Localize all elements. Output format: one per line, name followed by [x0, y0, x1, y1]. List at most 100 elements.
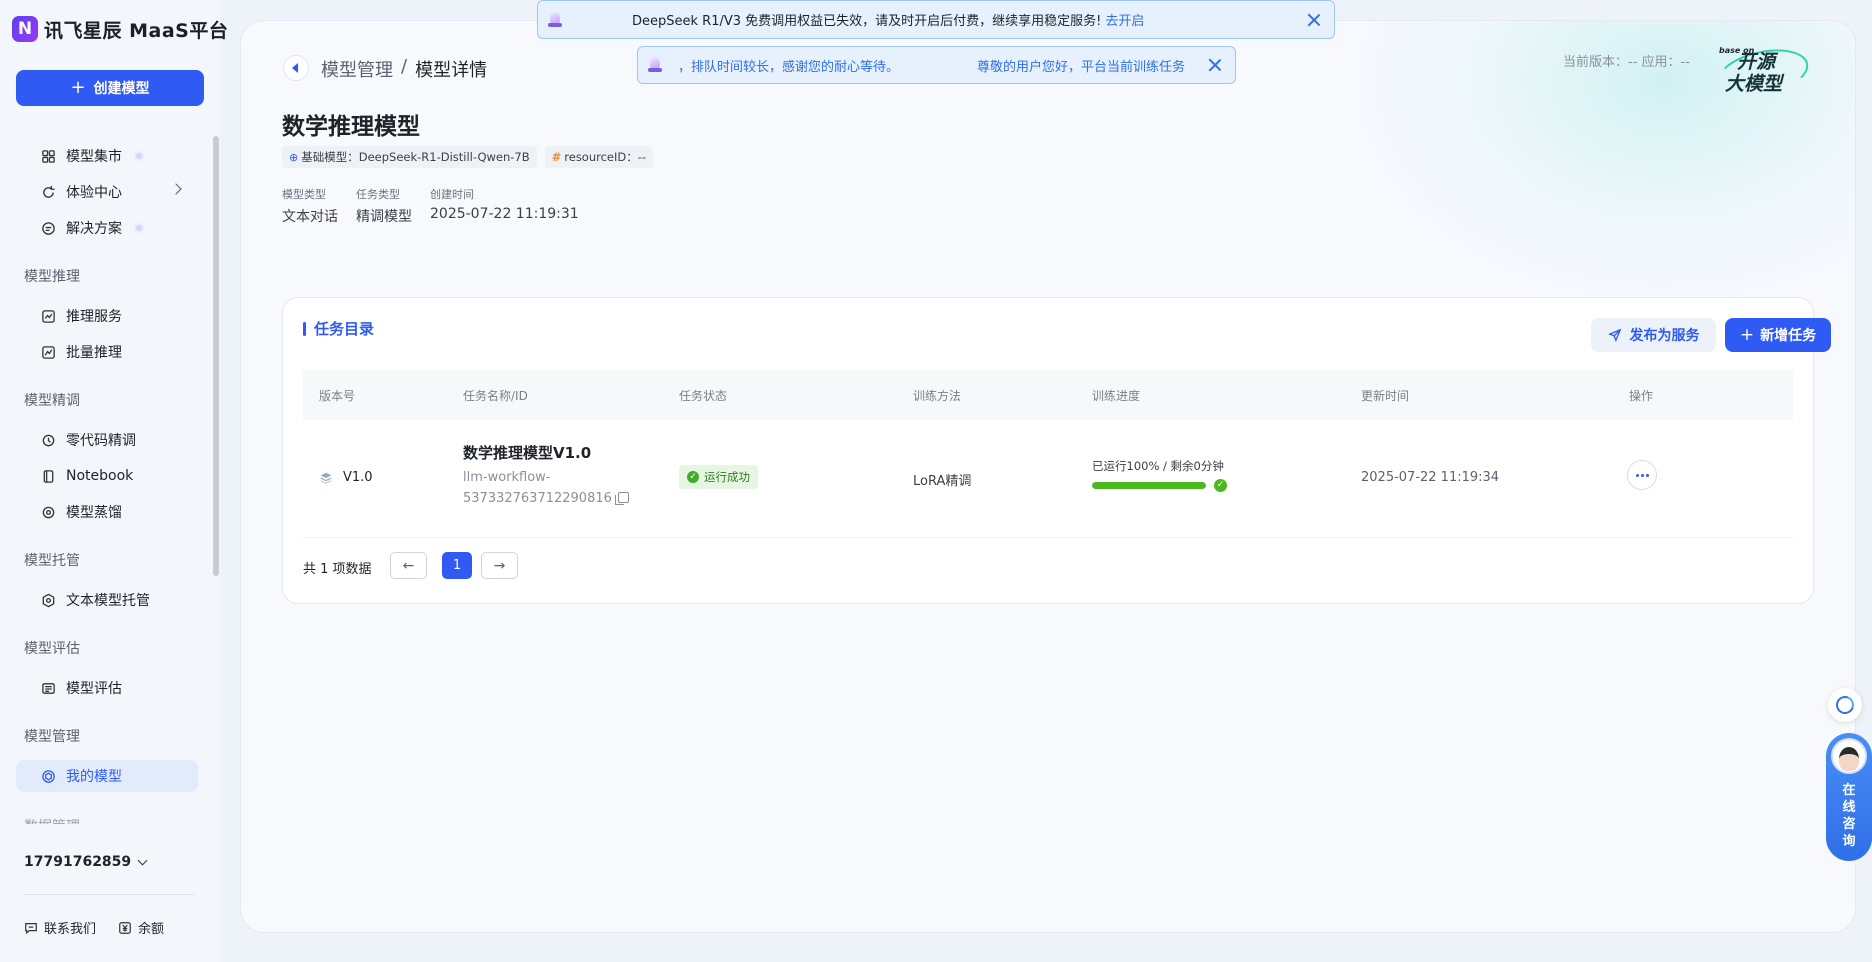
sidebar-item-experience-center[interactable]: 体验中心	[16, 176, 198, 208]
page-title: 数学推理模型	[282, 114, 420, 140]
sidebar-item-label: 模型集市	[66, 149, 122, 165]
meta-model-type: 模型类型 文本对话	[282, 186, 338, 226]
breadcrumb-model-management[interactable]: 模型管理	[321, 56, 393, 82]
sidebar-item-model-evaluation[interactable]: 模型评估	[16, 672, 198, 704]
create-model-label: 创建模型	[93, 81, 150, 97]
sidebar-item-label: 模型评估	[66, 681, 122, 697]
hash-icon: #	[551, 150, 562, 164]
sidebar-item-label: 文本模型托管	[66, 593, 150, 609]
online-consult-button[interactable]: 在线咨询	[1826, 733, 1872, 861]
layers-icon	[320, 472, 332, 484]
sidebar-footer: 联系我们 余额	[24, 918, 164, 937]
enable-link[interactable]: 去开启	[1105, 14, 1144, 29]
sidebar-item-batch-inference[interactable]: 批量推理	[16, 336, 198, 368]
more-actions-button[interactable]	[1627, 460, 1657, 490]
meta-value: 2025-07-22 11:19:31	[430, 206, 579, 222]
notice-text: DeepSeek R1/V3 免费调用权益已失效，请及时开启后付费，继续享用稳定…	[632, 14, 1102, 29]
avatar	[1831, 738, 1867, 774]
plus-icon: +	[70, 77, 86, 98]
notice-message: DeepSeek R1/V3 免费调用权益已失效，请及时开启后付费，继续享用稳定…	[632, 10, 1144, 29]
refresh-icon	[40, 184, 56, 200]
more-dot	[1645, 473, 1649, 477]
sidebar-item-zero-code-finetune[interactable]: 零代码精调	[16, 424, 198, 456]
zero-code-icon	[40, 432, 56, 448]
progress-cell: 已运行100% / 剩余0分钟 ✓	[1092, 458, 1227, 492]
create-model-button[interactable]: + 创建模型	[16, 70, 204, 106]
sidebar-item-solutions[interactable]: 解决方案	[16, 212, 198, 244]
total-count: 共 1 项数据	[303, 562, 372, 577]
more-dot	[1635, 473, 1639, 477]
task-name[interactable]: 数学推理模型V1.0	[463, 442, 629, 463]
solution-icon	[40, 220, 56, 236]
brand-logo[interactable]: N 讯飞星辰 MaaS平台	[12, 14, 228, 44]
add-task-button[interactable]: + 新增任务	[1725, 318, 1831, 352]
version-cell: V1.0	[319, 470, 373, 485]
next-page-button[interactable]: →	[481, 552, 518, 579]
sidebar-item-label: 解决方案	[66, 221, 122, 237]
sidebar-item-label: Notebook	[66, 468, 134, 484]
chevron-down-icon	[137, 855, 148, 865]
free-quota-notice: DeepSeek R1/V3 免费调用权益已失效，请及时开启后付费，继续享用稳定…	[537, 0, 1335, 39]
col-updated: 更新时间	[1361, 389, 1410, 403]
panel-title: 任务目录	[303, 318, 374, 339]
status-badge: ✓ 运行成功	[679, 465, 758, 489]
sidebar-item-text-model-hosting[interactable]: 文本模型托管	[16, 584, 198, 616]
title-accent-bar	[303, 321, 306, 336]
page-1-button[interactable]: 1	[442, 552, 472, 579]
breadcrumb-current: 模型详情	[415, 60, 488, 81]
sidebar-item-label: 体验中心	[66, 185, 122, 201]
ai-assistant-button[interactable]	[1828, 688, 1862, 722]
queue-text-b: 尊敬的用户您好，平台当前训练任务	[977, 59, 1186, 75]
contact-us-link[interactable]: 联系我们	[24, 918, 96, 937]
chart-icon	[40, 308, 56, 324]
copy-icon[interactable]	[614, 492, 629, 505]
base-model-text: 基础模型：DeepSeek-R1-Distill-Qwen-7B	[301, 150, 530, 164]
base-model-tag: ⊕ 基础模型：DeepSeek-R1-Distill-Qwen-7B	[282, 146, 537, 168]
balance-link[interactable]: 余额	[118, 918, 164, 937]
account-switcher[interactable]: 17791762859	[24, 854, 148, 870]
evaluation-icon	[40, 680, 56, 696]
batch-chart-icon	[40, 344, 56, 360]
check-circle-icon: ✓	[1214, 479, 1227, 492]
breadcrumb-separator: /	[401, 56, 408, 77]
col-method: 训练方法	[913, 389, 962, 403]
sidebar-item-inference-service[interactable]: 推理服务	[16, 300, 198, 332]
col-progress: 训练进度	[1092, 389, 1141, 403]
sidebar: N 讯飞星辰 MaaS平台 + 创建模型 模型集市 体验中心 解决方案 模型推理…	[0, 0, 228, 962]
add-task-label: 新增任务	[1760, 328, 1817, 344]
publish-service-button[interactable]: 发布为服务	[1591, 318, 1716, 352]
sidebar-group-data-management: 数据管理	[24, 816, 80, 824]
task-id-line2: 537332763712290816	[463, 488, 629, 509]
table-header: 版本号 任务名称/ID 任务状态 训练方法 训练进度 更新时间 操作	[303, 370, 1793, 420]
close-icon[interactable]	[1208, 58, 1222, 72]
sidebar-scrollbar[interactable]	[213, 136, 219, 576]
back-button[interactable]	[283, 55, 309, 81]
sidebar-item-label: 批量推理	[66, 345, 122, 361]
sidebar-item-model-market[interactable]: 模型集市	[16, 140, 198, 172]
chat-icon	[25, 922, 37, 934]
sidebar-item-model-distill[interactable]: 模型蒸馏	[16, 496, 198, 528]
back-arrow-icon	[292, 63, 298, 73]
rocket-icon	[548, 12, 562, 28]
sidebar-item-my-models[interactable]: 我的模型	[16, 760, 198, 792]
progress-text: 已运行100% / 剩余0分钟	[1092, 459, 1224, 473]
rocket-icon	[648, 57, 662, 73]
brand-name: 讯飞星辰 MaaS平台	[44, 19, 229, 42]
version-text: V1.0	[343, 470, 373, 485]
hosting-icon	[40, 592, 56, 608]
badge-line2: 大模型	[1725, 73, 1783, 95]
notebook-icon	[40, 468, 56, 484]
logo-mark-icon: N	[12, 16, 38, 42]
status-cell: ✓ 运行成功	[679, 465, 758, 489]
prev-page-button[interactable]: ←	[390, 552, 427, 579]
sidebar-item-label: 模型蒸馏	[66, 505, 122, 521]
sidebar-group-hosting: 模型托管	[24, 553, 80, 569]
publish-label: 发布为服务	[1629, 328, 1700, 344]
account-phone: 17791762859	[24, 854, 132, 870]
close-icon[interactable]	[1307, 13, 1321, 27]
sidebar-item-label: 我的模型	[66, 769, 122, 785]
status-text: 运行成功	[704, 470, 750, 484]
balance-label: 余额	[138, 922, 165, 937]
table-row: V1.0 数学推理模型V1.0 llm-workflow- 5373327637…	[303, 420, 1793, 538]
sidebar-item-notebook[interactable]: Notebook	[16, 460, 198, 492]
